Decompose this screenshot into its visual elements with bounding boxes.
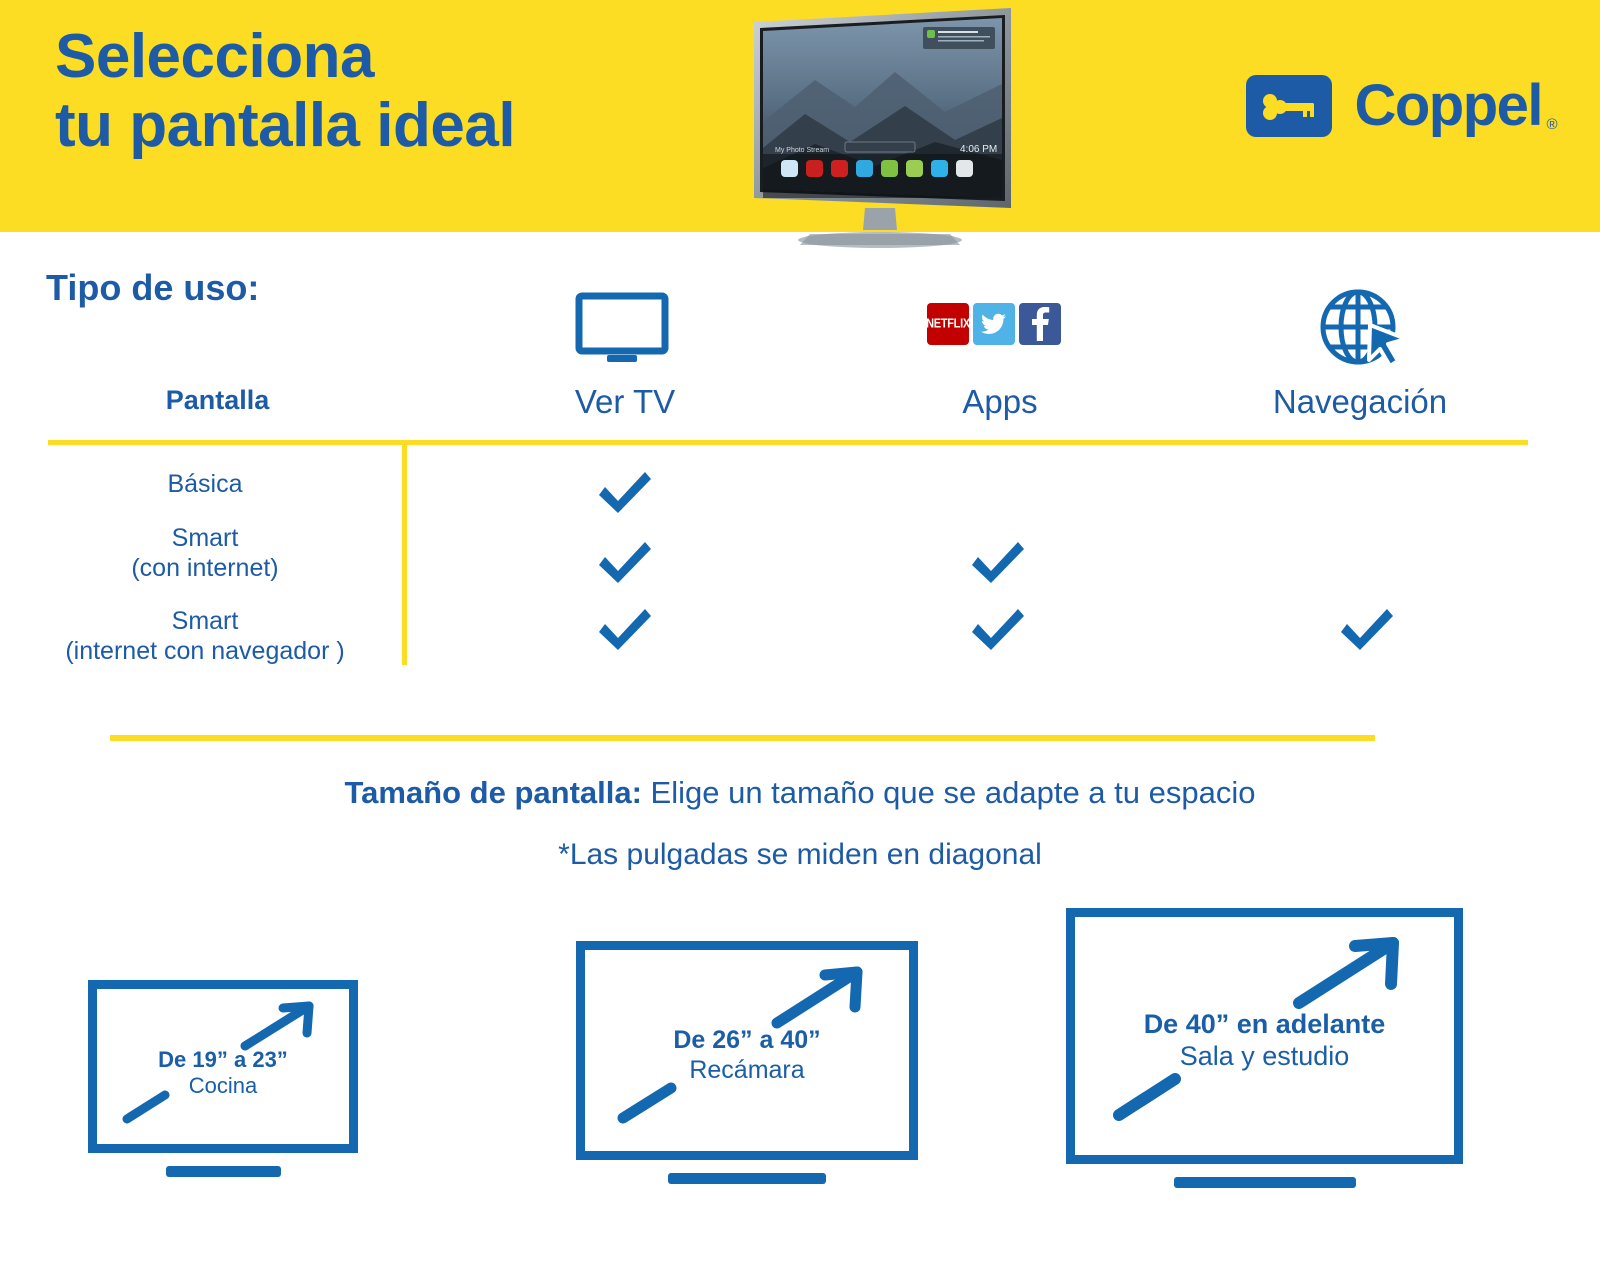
infographic-page: Selecciona tu pantalla ideal My Photo St… [0, 0, 1600, 1280]
size-note: *Las pulgadas se miden en diagonal [558, 838, 1042, 871]
tv-outline-icon: De 26” a 40” Recámara [576, 941, 918, 1160]
registered-mark: ® [1546, 116, 1557, 133]
size-box-sala: De 40” en adelante Sala y estudio [1066, 908, 1463, 1188]
monitor-icon [575, 292, 669, 362]
logo-wordmark: Coppel ® [1354, 72, 1557, 139]
table-vertical-divider [402, 443, 407, 665]
app-badges-icon: NETFLIX [926, 303, 1061, 345]
check-icon [599, 542, 651, 583]
usage-section-title: Tipo de uso: [46, 267, 260, 308]
tv-stand-base [165, 1166, 281, 1177]
size-box-caption: De 19” a 23” Cocina [97, 1047, 349, 1099]
size-heading-rest: Elige un tamaño que se adapte a tu espac… [641, 775, 1256, 810]
size-room: Recámara [689, 1055, 805, 1084]
svg-text:4:06 PM: 4:06 PM [960, 144, 997, 155]
page-title: Selecciona tu pantalla ideal [55, 22, 516, 161]
check-icon [972, 542, 1024, 583]
key-icon [1246, 74, 1333, 137]
size-range: De 19” a 23” [158, 1047, 288, 1072]
coppel-logo: Coppel ® [1246, 72, 1557, 139]
table-top-divider [48, 440, 1528, 445]
row-label-line1: Smart [171, 607, 239, 635]
size-heading-strong: Tamaño de pantalla: [344, 775, 642, 810]
row-label-line1: Smart [171, 524, 239, 552]
svg-text:My Photo Stream: My Photo Stream [775, 147, 829, 154]
check-icon [972, 609, 1024, 650]
size-box-recamara: De 26” a 40” Recámara [576, 941, 918, 1184]
page-title-line1: Selecciona [55, 22, 374, 91]
size-section-divider [110, 735, 1375, 741]
size-range: De 40” en adelante [1143, 1009, 1386, 1039]
tv-outline-icon: De 40” en adelante Sala y estudio [1066, 908, 1463, 1164]
check-icon [599, 609, 651, 650]
row-label-line2: (con internet) [131, 553, 279, 582]
tv-stand-base [668, 1173, 826, 1184]
smart-tv-photo: My Photo Stream 4:06 PM [754, 8, 1011, 248]
check-icon [599, 472, 651, 513]
table-row: Smart (con internet) [20, 524, 390, 583]
page-title-line2: tu pantalla ideal [55, 91, 516, 161]
column-header-apps: Apps [962, 383, 1038, 420]
row-label-line2: (internet con navegador ) [65, 636, 345, 665]
size-range: De 26” a 40” [673, 1026, 821, 1054]
table-row: Básica [20, 470, 390, 500]
column-header-navegacion: Navegación [1272, 383, 1448, 420]
check-icon [1341, 609, 1393, 650]
netflix-icon: NETFLIX [926, 303, 970, 345]
size-room: Cocina [188, 1072, 258, 1098]
size-box-cocina: De 19” a 23” Cocina [88, 980, 358, 1177]
facebook-icon [1019, 303, 1061, 345]
size-box-caption: De 40” en adelante Sala y estudio [1075, 1009, 1454, 1073]
row-label-line1: Básica [167, 470, 243, 498]
column-header-pantalla: Pantalla [165, 385, 270, 415]
tv-outline-icon: De 19” a 23” Cocina [88, 980, 358, 1153]
size-heading: Tamaño de pantalla: Elige un tamaño que … [0, 775, 1600, 811]
header-band: Selecciona tu pantalla ideal My Photo St… [0, 0, 1600, 248]
column-header-ver-tv: Ver TV [574, 383, 676, 420]
size-box-caption: De 26” a 40” Recámara [585, 1026, 909, 1085]
size-room: Sala y estudio [1179, 1040, 1350, 1071]
tv-stand-base [1173, 1177, 1356, 1188]
logo-text: Coppel [1354, 73, 1543, 138]
netflix-label: NETFLIX [926, 316, 970, 332]
globe-cursor-icon [1320, 289, 1408, 368]
table-row: Smart (internet con navegador ) [20, 607, 390, 666]
twitter-icon [973, 303, 1015, 345]
